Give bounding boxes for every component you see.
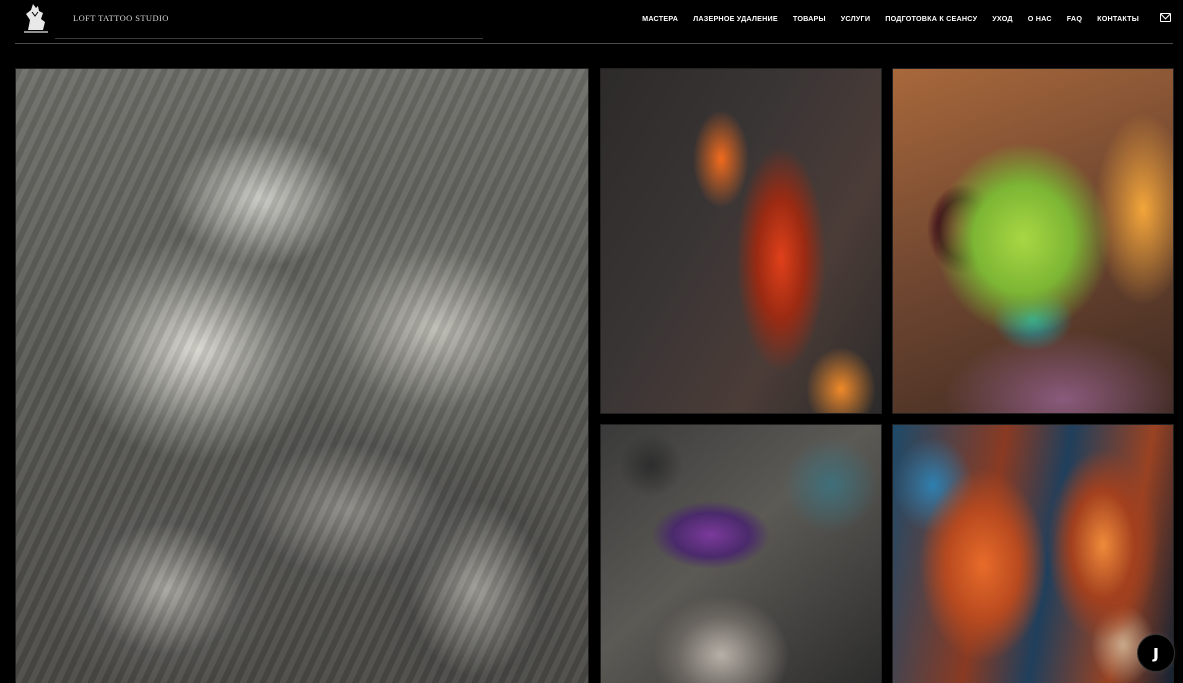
nav-item-care[interactable]: УХОД (992, 14, 1013, 23)
gallery-image-chest-piece[interactable] (15, 68, 589, 683)
nav-item-services[interactable]: УСЛУГИ (841, 14, 870, 23)
header-divider (15, 43, 1173, 44)
nav-item-about[interactable]: О НАС (1028, 14, 1052, 23)
chat-widget-icon: ȷ (1152, 642, 1160, 663)
gallery-image-snake-face[interactable] (600, 424, 882, 683)
nav-item-preparation[interactable]: ПОДГОТОВКА К СЕАНСУ (885, 14, 977, 23)
nav-item-masters[interactable]: МАСТЕРА (642, 14, 678, 23)
brand-name[interactable]: LOFT TATTOO STUDIO (73, 13, 169, 23)
site-header: LOFT TATTOO STUDIO МАСТЕРА ЛАЗЕРНОЕ УДАЛ… (0, 0, 1183, 46)
horse-rider-logo[interactable] (16, 0, 56, 36)
gallery-image-red-sleeve[interactable] (600, 68, 882, 414)
nav-item-laser-removal[interactable]: ЛАЗЕРНОЕ УДАЛЕНИЕ (693, 14, 778, 23)
nav-item-faq[interactable]: FAQ (1067, 14, 1082, 23)
envelope-icon[interactable] (1160, 13, 1171, 22)
gallery-image-green-skull[interactable] (892, 68, 1174, 414)
main-nav: МАСТЕРА ЛАЗЕРНОЕ УДАЛЕНИЕ ТОВАРЫ УСЛУГИ … (627, 14, 1139, 23)
brand-divider (55, 38, 483, 39)
gallery-image-flame-sleeve[interactable] (892, 424, 1174, 683)
nav-item-contacts[interactable]: КОНТАКТЫ (1097, 14, 1139, 23)
nav-item-products[interactable]: ТОВАРЫ (793, 14, 826, 23)
chat-widget-button[interactable]: ȷ (1137, 634, 1175, 672)
